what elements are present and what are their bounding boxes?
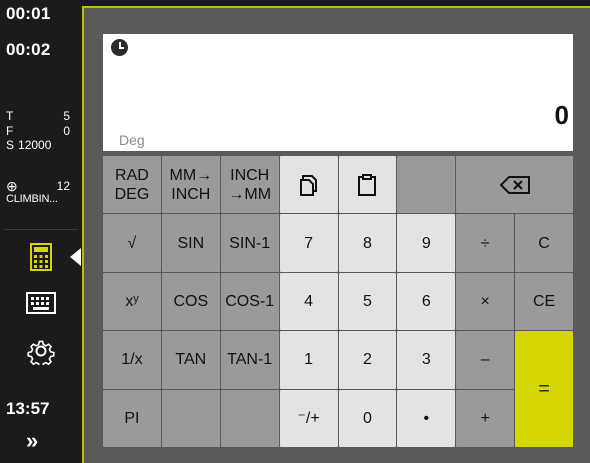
tan-button[interactable]: TAN: [161, 331, 220, 389]
pi-button[interactable]: PI: [103, 389, 161, 447]
empty-key: [161, 389, 220, 447]
expand-icon[interactable]: »: [26, 428, 38, 454]
cos-button[interactable]: COS: [161, 272, 220, 331]
calculator-display: 0 Deg: [103, 34, 573, 151]
minus-button[interactable]: –: [456, 331, 515, 389]
spindle-status: S 12000: [6, 139, 70, 152]
feed-status: F 0: [6, 125, 70, 138]
climb-label: CLIMBIN...: [6, 193, 58, 205]
backspace-button[interactable]: [456, 156, 573, 214]
key-4[interactable]: 4: [279, 272, 338, 331]
tool-value: 5: [63, 109, 70, 123]
key-7[interactable]: 7: [279, 214, 338, 272]
asin-button[interactable]: SIN-1: [220, 214, 279, 272]
empty-key: [397, 156, 456, 214]
tool-status: T 5: [6, 110, 70, 123]
sidebar-divider: [4, 229, 78, 230]
feed-value: 0: [63, 124, 70, 138]
key-8[interactable]: 8: [338, 214, 397, 272]
keypad: RAD DEG MM→ INCH INCH →MM √ SIN SIN-1 7 …: [103, 156, 573, 447]
timer-2: 00:02: [6, 40, 51, 59]
mm-to-inch-button[interactable]: MM→ INCH: [161, 156, 220, 214]
sin-button[interactable]: SIN: [161, 214, 220, 272]
tool-label: T: [6, 109, 14, 123]
crosshair-icon: ⊕: [6, 178, 18, 194]
backspace-icon: [499, 175, 530, 194]
history-icon[interactable]: [111, 39, 128, 56]
feed-label: F: [6, 124, 14, 138]
spindle-label: S: [6, 138, 15, 152]
clipboard-icon: [358, 173, 377, 196]
sqrt-button[interactable]: √: [103, 214, 161, 272]
copy-icon: [299, 174, 317, 196]
paste-button[interactable]: [338, 156, 397, 214]
keyboard-icon[interactable]: [24, 288, 58, 318]
calculator-panel: 0 Deg RAD DEG MM→ INCH INCH →MM √ SIN SI…: [82, 6, 590, 463]
atan-button[interactable]: TAN-1: [220, 331, 279, 389]
timer-1: 00:01: [6, 4, 51, 23]
gear-icon[interactable]: [24, 336, 58, 366]
decimal-button[interactable]: •: [397, 389, 456, 447]
probe-status: ⊕ 12: [6, 178, 70, 194]
key-9[interactable]: 9: [397, 214, 456, 272]
spindle-value: 12000: [18, 138, 52, 152]
rad-deg-button[interactable]: RAD DEG: [103, 156, 161, 214]
negate-button[interactable]: ⁻/+: [279, 389, 338, 447]
active-indicator-icon: [70, 248, 81, 266]
plus-button[interactable]: +: [456, 389, 515, 447]
divide-button[interactable]: ÷: [456, 214, 515, 272]
inch-to-mm-button[interactable]: INCH →MM: [220, 156, 279, 214]
key-1[interactable]: 1: [279, 331, 338, 389]
key-3[interactable]: 3: [397, 331, 456, 389]
copy-button[interactable]: [279, 156, 338, 214]
reciprocal-button[interactable]: 1/x: [103, 331, 161, 389]
clock-time: 13:57: [6, 399, 50, 418]
key-2[interactable]: 2: [338, 331, 397, 389]
key-0[interactable]: 0: [338, 389, 397, 447]
display-value: 0: [554, 100, 569, 130]
multiply-button[interactable]: ×: [456, 272, 515, 331]
calculator-icon[interactable]: [24, 242, 58, 272]
probe-value: 12: [56, 179, 70, 193]
power-button[interactable]: xʸ: [103, 272, 161, 331]
clear-button[interactable]: C: [515, 214, 573, 272]
acos-button[interactable]: COS-1: [220, 272, 279, 331]
sidebar: 00:01 00:02 T 5 F 0 S 12000 ⊕ 12 CLIMBIN…: [0, 0, 82, 463]
key-5[interactable]: 5: [338, 272, 397, 331]
angle-mode-label: Deg: [119, 132, 145, 148]
empty-key: [220, 389, 279, 447]
key-6[interactable]: 6: [397, 272, 456, 331]
clear-entry-button[interactable]: CE: [515, 272, 573, 331]
equals-button[interactable]: =: [515, 331, 573, 447]
